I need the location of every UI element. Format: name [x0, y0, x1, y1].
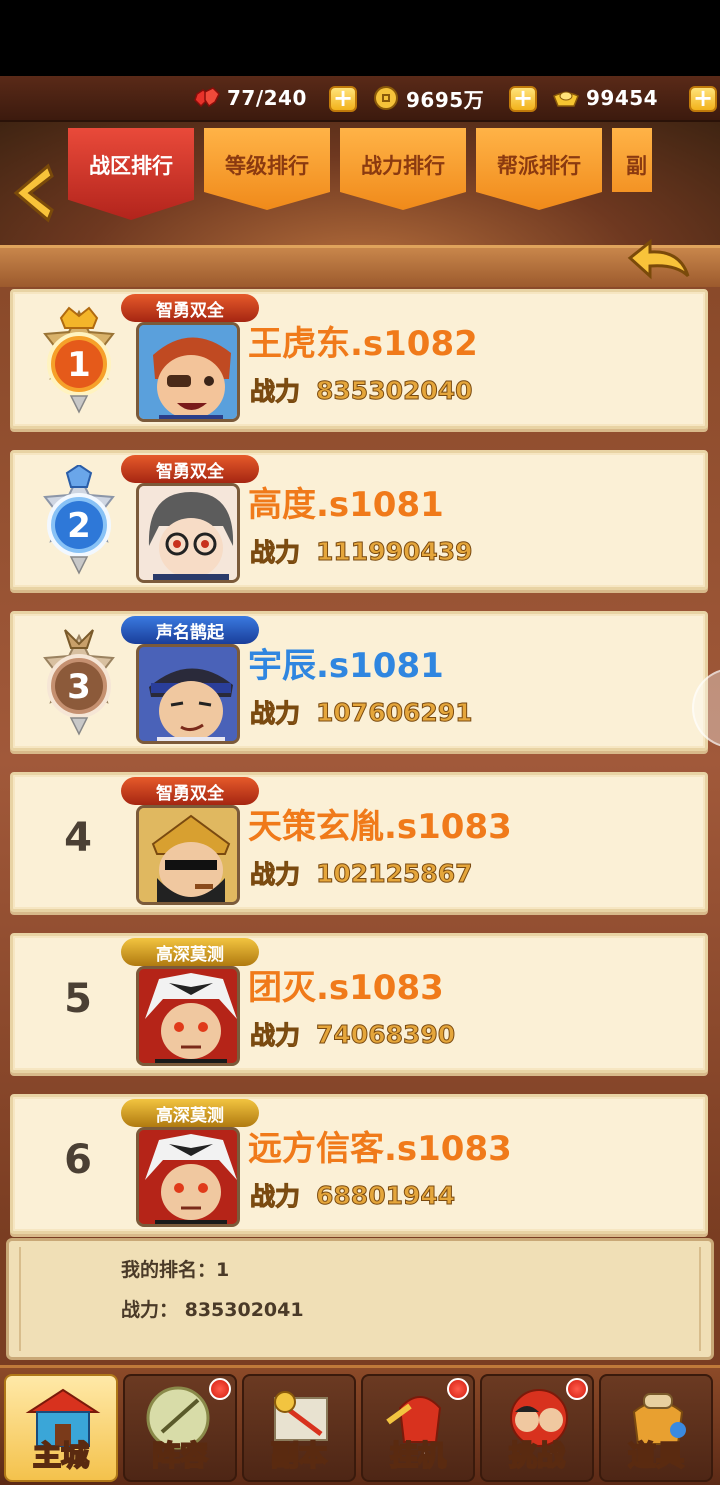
- resource-bar: 77/240 + 9695万 + 99454 +: [0, 76, 720, 122]
- nav-label: 阵容: [151, 1438, 209, 1473]
- nav-label: 副本: [270, 1438, 328, 1473]
- power-display: 战力 835302040: [249, 372, 474, 408]
- power-value: 835302040: [316, 375, 474, 405]
- avatar[interactable]: [136, 805, 240, 905]
- avatar[interactable]: [136, 1127, 240, 1227]
- nav-label: 主城: [32, 1438, 90, 1473]
- player-portrait-icon: [139, 486, 237, 580]
- title-badge: 智勇双全: [121, 294, 259, 322]
- rank-number: 3: [67, 667, 91, 707]
- avatar[interactable]: [136, 322, 240, 422]
- add-coin-button[interactable]: +: [509, 86, 537, 112]
- power-value: 74068390: [316, 1019, 456, 1049]
- add-stamina-button[interactable]: +: [329, 86, 357, 112]
- avatar[interactable]: [136, 966, 240, 1066]
- silver-medal-icon: 2: [43, 465, 115, 575]
- ingot-display: 99454: [552, 82, 658, 114]
- power-display: 战力 74068390: [249, 1016, 456, 1052]
- header-floor: [0, 245, 720, 287]
- power-value: 102125867: [316, 858, 474, 888]
- avatar[interactable]: [136, 644, 240, 744]
- power-label: 战力: [249, 1182, 301, 1212]
- coin-display: 9695万: [372, 82, 484, 114]
- player-portrait-icon: [139, 647, 237, 741]
- nav-dungeon[interactable]: 副本: [242, 1374, 356, 1482]
- notification-dot: [209, 1378, 231, 1400]
- power-value: 111990439: [316, 536, 474, 566]
- power-value: 107606291: [316, 697, 474, 727]
- power-label: 战力: [249, 538, 301, 568]
- my-rank-panel: 我的排名：1 战力： 835302041: [6, 1238, 714, 1360]
- rank-number: 5: [64, 976, 92, 1022]
- player-name: 天策玄胤.s1083: [248, 807, 512, 847]
- power-display: 战力 107606291: [249, 694, 474, 730]
- power-display: 战力 68801944: [249, 1177, 456, 1213]
- player-portrait-icon: [139, 1130, 237, 1224]
- add-ingot-button[interactable]: +: [689, 86, 717, 112]
- status-bar: [0, 0, 720, 76]
- coin-value: 9695万: [406, 87, 485, 112]
- gold-ingot-icon: [553, 91, 579, 107]
- back-arrow-icon[interactable]: [8, 160, 58, 226]
- my-power-text: 战力： 835302041: [121, 1299, 304, 1321]
- player-portrait-icon: [139, 969, 237, 1063]
- title-badge: 高深莫测: [121, 938, 259, 966]
- nav-formation[interactable]: 阵容: [123, 1374, 237, 1482]
- power-label: 战力: [249, 1021, 301, 1051]
- bottom-nav: 主城 阵容 副本 挂机 挑战 道具: [0, 1365, 720, 1485]
- player-name: 宇辰.s1081: [248, 646, 444, 686]
- tab-label: 帮派排行: [497, 154, 581, 178]
- player-name: 王虎东.s1082: [248, 324, 478, 364]
- avatar[interactable]: [136, 483, 240, 583]
- player-portrait-icon: [139, 808, 237, 902]
- nav-label: 挂机: [389, 1438, 447, 1473]
- power-label: 战力: [249, 860, 301, 890]
- nav-items[interactable]: 道具: [599, 1374, 713, 1482]
- ingot-value: 99454: [586, 86, 659, 110]
- tab-label: 战区排行: [89, 154, 173, 178]
- rank-number: 4: [64, 815, 92, 861]
- notification-dot: [566, 1378, 588, 1400]
- title-badge: 智勇双全: [121, 777, 259, 805]
- rank-number: 6: [64, 1137, 92, 1183]
- ranking-row-1[interactable]: 1 智勇双全 王虎东.s1082 战力 835302040: [10, 289, 708, 429]
- tab-label: 战力排行: [361, 154, 445, 178]
- player-portrait-icon: [139, 325, 237, 419]
- rank-number: 1: [67, 345, 91, 385]
- coin-icon: [374, 86, 398, 110]
- power-value: 68801944: [316, 1180, 456, 1210]
- player-name: 团灭.s1083: [248, 968, 444, 1008]
- my-rank-text: 我的排名：1: [121, 1259, 230, 1281]
- title-badge: 智勇双全: [121, 455, 259, 483]
- player-name: 高度.s1081: [248, 485, 444, 525]
- return-arrow-icon[interactable]: [624, 236, 696, 294]
- gold-medal-icon: 1: [43, 306, 115, 414]
- power-display: 战力 111990439: [249, 533, 474, 569]
- power-label: 战力: [249, 377, 301, 407]
- nav-label: 道具: [627, 1438, 685, 1473]
- tab-label: 等级排行: [225, 154, 309, 178]
- title-badge: 高深莫测: [121, 1099, 259, 1127]
- stamina-value: 77/240: [227, 86, 307, 110]
- title-badge: 声名鹊起: [121, 616, 259, 644]
- power-display: 战力 102125867: [249, 855, 474, 891]
- ranking-row-5[interactable]: 5 高深莫测 团灭.s1083 战力 74068390: [10, 933, 708, 1073]
- nav-main-city[interactable]: 主城: [4, 1374, 118, 1482]
- tab-label: 副: [626, 154, 647, 178]
- nav-challenge[interactable]: 挑战: [480, 1374, 594, 1482]
- power-label: 战力: [249, 699, 301, 729]
- ranking-row-6[interactable]: 6 高深莫测 远方信客.s1083 战力 68801944: [10, 1094, 708, 1234]
- notification-dot: [447, 1378, 469, 1400]
- bronze-medal-icon: 3: [43, 629, 115, 736]
- ranking-row-4[interactable]: 4 智勇双全 天策玄胤.s1083 战力 102125867: [10, 772, 708, 912]
- ranking-row-2[interactable]: 2 智勇双全 高度.s1081 战力 111990439: [10, 450, 708, 590]
- rank-number: 2: [67, 506, 91, 546]
- heart-stamina-icon: [194, 87, 220, 108]
- nav-label: 挑战: [508, 1438, 566, 1473]
- nav-idle[interactable]: 挂机: [361, 1374, 475, 1482]
- ranking-row-3[interactable]: 3 声名鹊起 宇辰.s1081 战力 107606291: [10, 611, 708, 751]
- player-name: 远方信客.s1083: [248, 1129, 512, 1169]
- stamina-display: 77/240: [193, 82, 307, 114]
